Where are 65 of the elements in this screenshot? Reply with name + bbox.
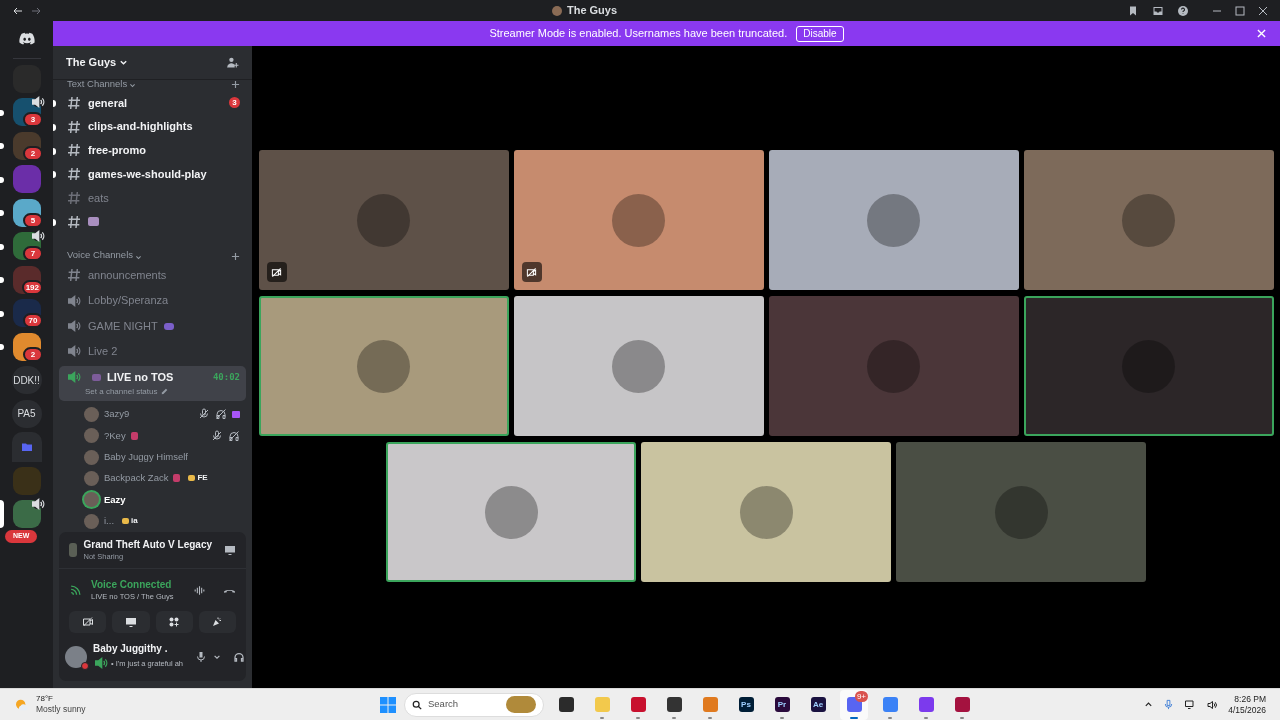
mention-badge: 3 <box>23 112 43 127</box>
search-field[interactable]: Search <box>404 692 544 717</box>
disable-button[interactable]: Disable <box>796 25 844 42</box>
mention-badge: 3 <box>229 97 240 109</box>
member-name: Eazy <box>104 492 126 507</box>
channel-item[interactable]: free-promo <box>59 138 246 163</box>
channel-name: GAME NIGHT <box>88 318 158 334</box>
member-name: Backpack Zack <box>104 471 169 486</box>
username: Baby Juggithy . <box>93 642 169 656</box>
server-name[interactable]: The Guys <box>66 54 117 71</box>
window-title: The Guys <box>566 3 618 19</box>
voice-member[interactable]: Baby Juggy Himself <box>59 446 246 468</box>
voice-member[interactable]: 3azy9 <box>59 403 246 425</box>
channel-item[interactable]: games-we-should-play <box>59 162 246 187</box>
member-name: 3azy9 <box>104 407 130 422</box>
voice-channel-item[interactable]: LIVE no TOS 40:02 Set a channel status <box>59 366 246 401</box>
search-placeholder: Search <box>428 697 460 712</box>
channel-name: Lobby/Speranza <box>88 293 169 309</box>
notification-badge: 9+ <box>854 690 868 702</box>
member-name: i... <box>104 514 115 529</box>
voice-member[interactable]: ?Key <box>59 425 246 447</box>
channel-item[interactable]: general 3 <box>59 91 246 115</box>
voice-member[interactable]: Backpack Zack FE <box>59 467 246 490</box>
app-icon: Pr <box>774 697 790 712</box>
channel-name: clips-and-highlights <box>88 119 193 135</box>
channel-item[interactable]: eats <box>59 186 246 210</box>
voice-channel-item[interactable]: Lobby/Speranza <box>59 287 246 314</box>
channel-name: announcements <box>88 268 167 283</box>
voice-channel-item[interactable]: GAME NIGHT <box>59 313 246 339</box>
call-timer: 40:02 <box>212 370 240 384</box>
taskbar-app[interactable]: Ae <box>804 689 832 720</box>
taskbar-app[interactable]: Pr <box>768 689 796 720</box>
mention-badge: 7 <box>23 246 43 261</box>
voice-member[interactable]: i... ia <box>59 510 246 532</box>
game-title: Grand Theft Auto V Legacy <box>83 539 212 552</box>
member-name: ?Key <box>104 428 126 443</box>
channel-name: free-promo <box>88 143 147 159</box>
channel-name: general <box>88 95 128 111</box>
voice-member[interactable]: Eazy <box>59 489 246 511</box>
server-button[interactable]: DDK!! <box>11 366 42 395</box>
member-tag: FE <box>188 472 208 485</box>
voice-channel-item[interactable]: announcements <box>59 262 246 288</box>
voice-connected-status: Voice Connected <box>91 579 173 592</box>
channel-name: LIVE no TOS <box>107 370 174 386</box>
clock-date[interactable]: 4/15/2026 <box>1228 704 1266 716</box>
mention-badge: 70 <box>23 313 43 328</box>
banner-text: Streamer Mode is enabled. Usernames have been truncated. <box>489 26 788 42</box>
channel-item[interactable]: clips-and-highlights <box>59 114 246 139</box>
taskbar-app[interactable]: Ps <box>732 689 760 720</box>
app-icon: Ae <box>810 697 826 712</box>
channel-name: Live 2 <box>88 344 118 360</box>
app-icon: Ps <box>738 697 754 712</box>
channel-name: games-we-should-play <box>88 166 207 182</box>
clock-time[interactable]: 8:26 PM <box>1234 693 1266 705</box>
server-button[interactable]: PA5 <box>11 399 42 428</box>
taskbar-app[interactable]: 9+ <box>840 689 868 720</box>
temperature[interactable]: 78°F <box>36 694 86 705</box>
weather-condition[interactable]: Mostly sunny <box>36 704 86 715</box>
channel-status-prompt[interactable]: Set a channel status <box>85 385 158 398</box>
channel-name: eats <box>88 190 109 206</box>
category-label[interactable]: Voice Channels <box>67 248 134 263</box>
member-name: Baby Juggy Himself <box>104 449 188 464</box>
member-tag: ia <box>122 515 138 528</box>
category-label[interactable]: Text Channels <box>67 80 128 91</box>
voice-channel-item[interactable]: Live 2 <box>59 338 246 365</box>
